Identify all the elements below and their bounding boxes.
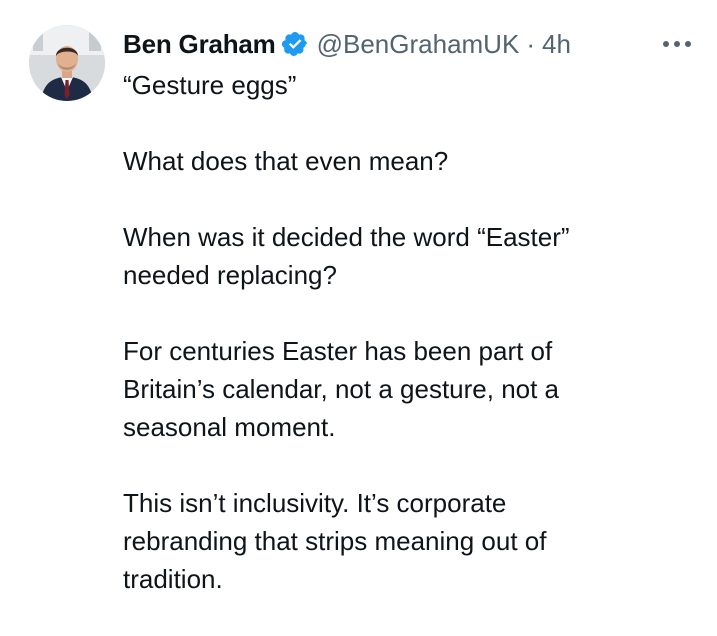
tweet-paragraph: “Gesture eggs” bbox=[123, 70, 297, 100]
timestamp[interactable]: 4h bbox=[542, 29, 571, 60]
tweet-text: “Gesture eggs” What does that even mean?… bbox=[123, 66, 683, 636]
tweet: Ben Graham @BenGrahamUK · 4h “Gesture eg… bbox=[0, 0, 717, 619]
tweet-paragraph: This isn’t inclusivity. It’s corporate r… bbox=[123, 488, 547, 594]
more-options-icon[interactable] bbox=[657, 25, 697, 63]
avatar-image bbox=[29, 25, 105, 101]
author-handle[interactable]: @BenGrahamUK bbox=[317, 29, 520, 60]
tweet-paragraph: For centuries Easter has been part of Br… bbox=[123, 336, 560, 442]
avatar[interactable] bbox=[29, 25, 105, 101]
verified-badge-icon bbox=[281, 30, 309, 58]
tweet-header: Ben Graham @BenGrahamUK · 4h bbox=[123, 25, 697, 63]
separator-dot: · bbox=[526, 28, 535, 59]
author-name[interactable]: Ben Graham bbox=[123, 29, 276, 60]
tweet-paragraph: When was it decided the word “Easter” ne… bbox=[123, 222, 570, 290]
tweet-paragraph: What does that even mean? bbox=[123, 146, 449, 176]
